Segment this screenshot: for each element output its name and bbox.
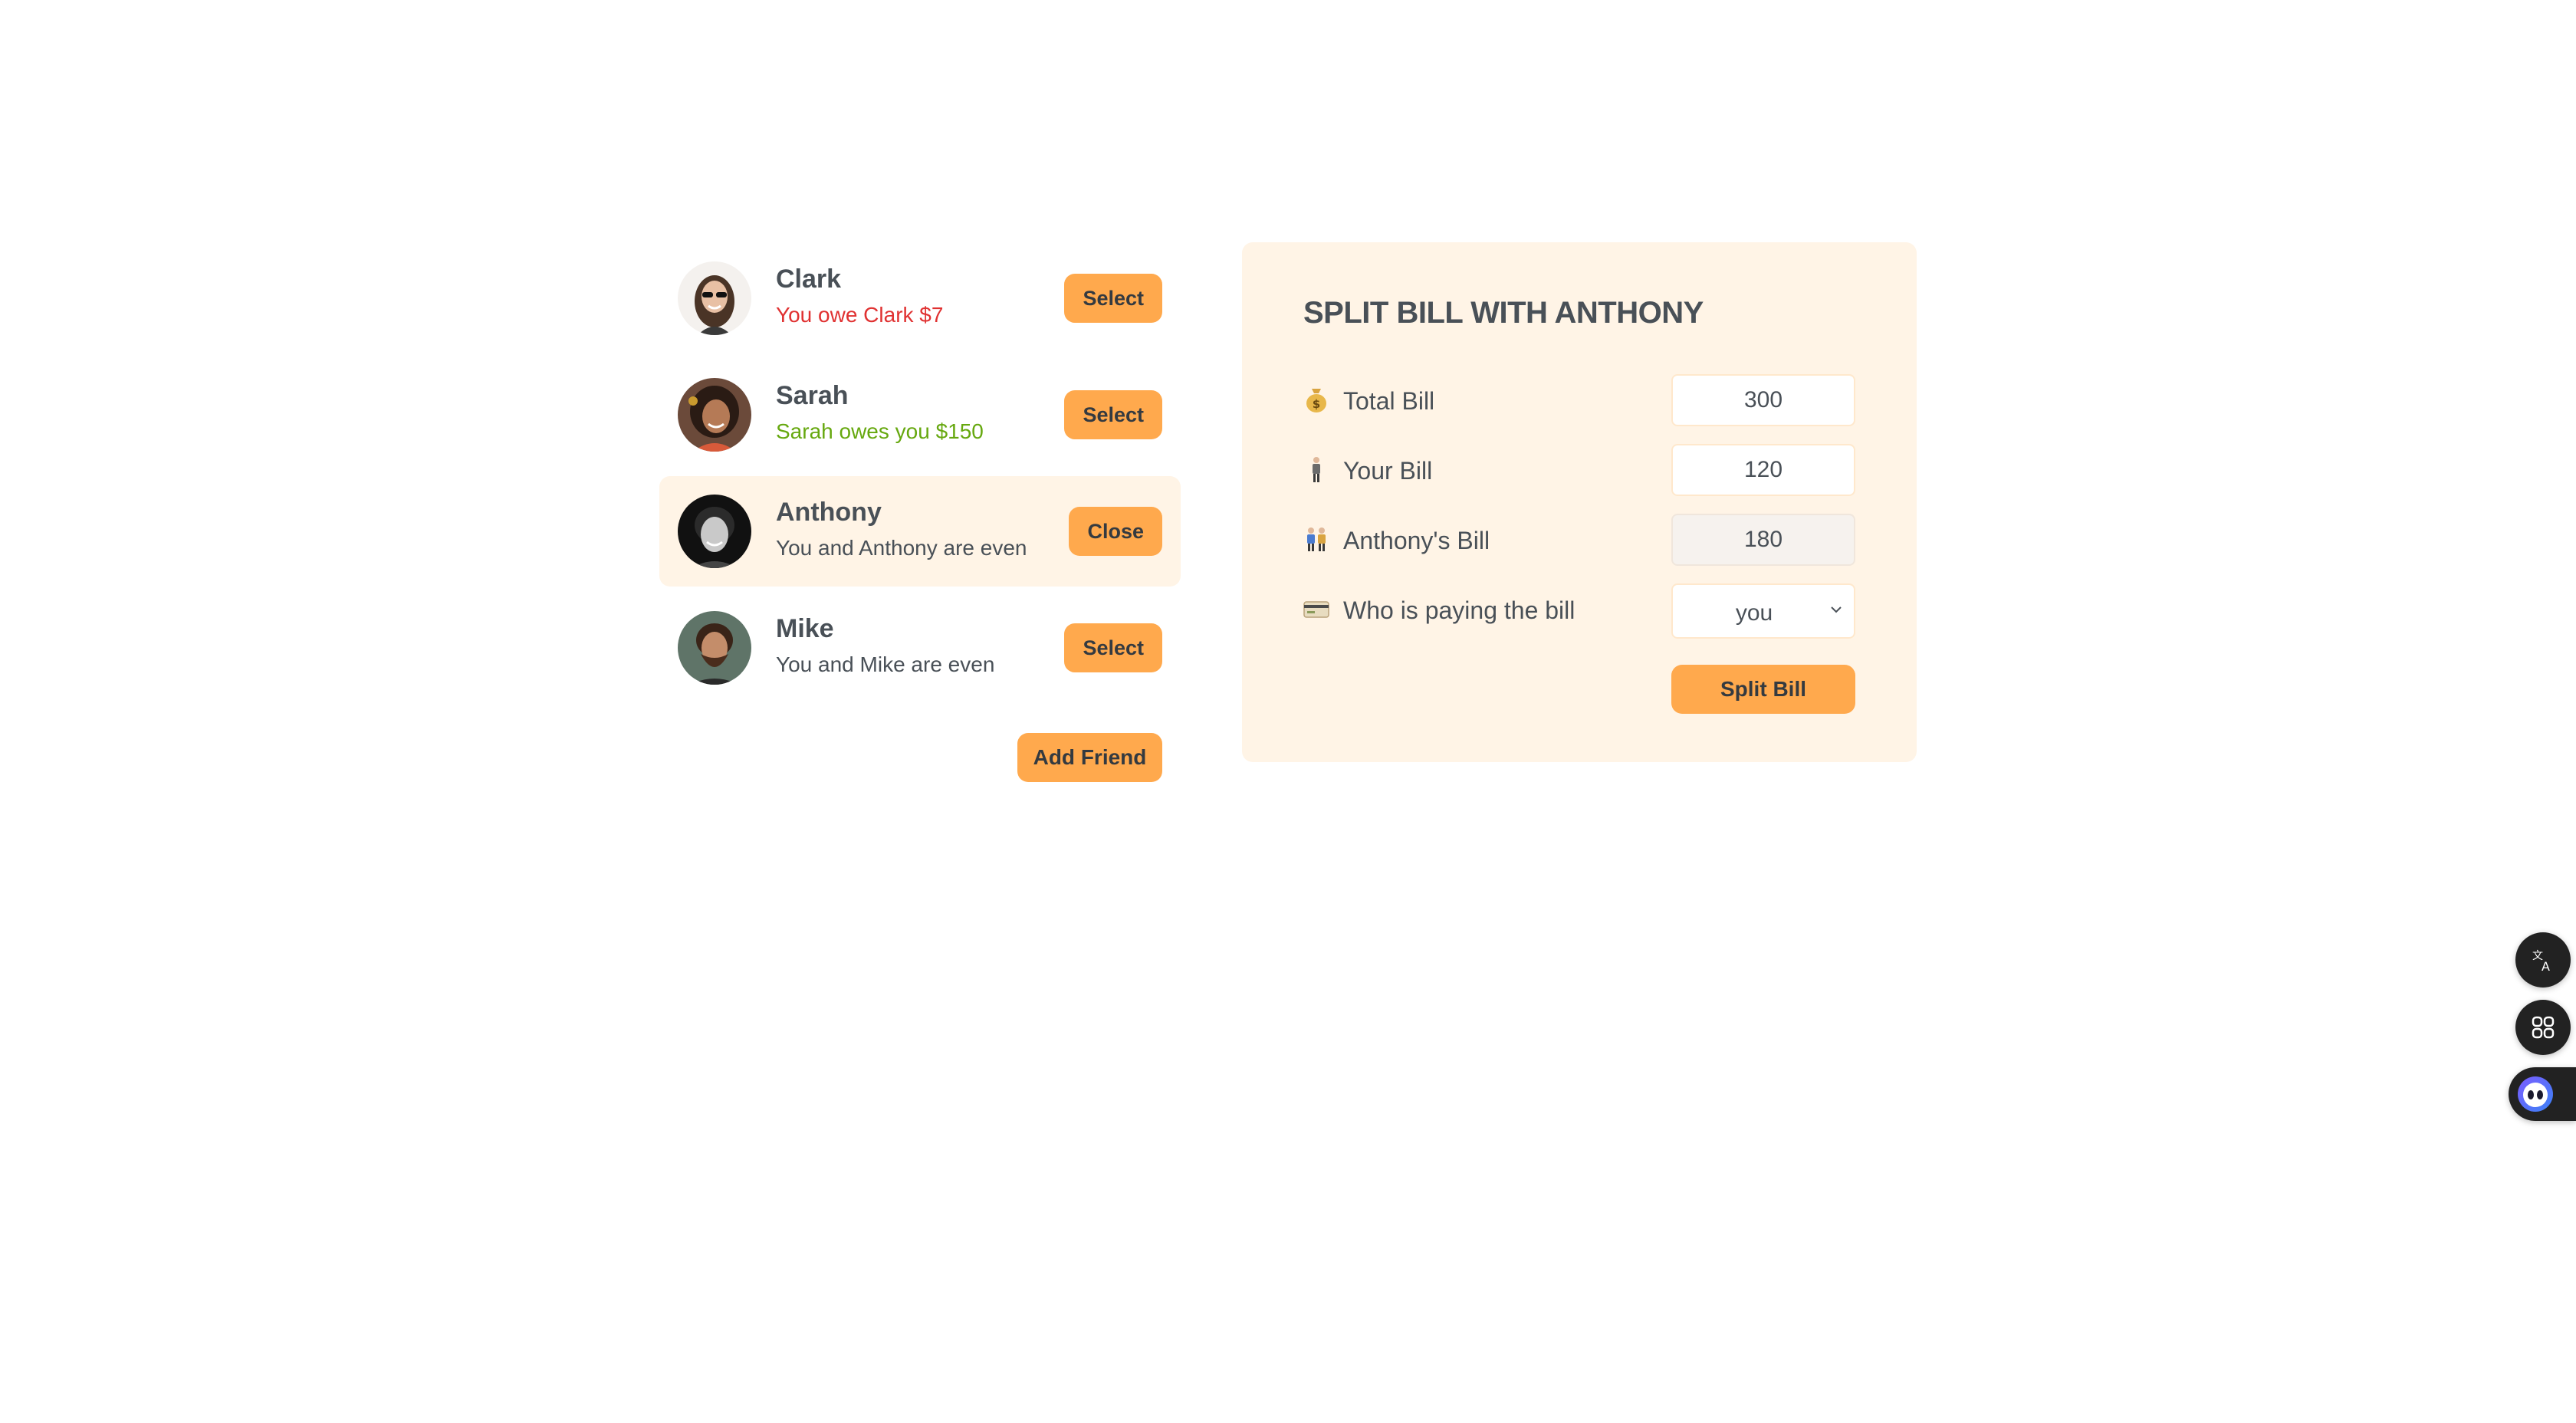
your-bill-label: Your Bill — [1343, 457, 1433, 485]
translate-icon: 文 A — [2532, 950, 2550, 974]
apps-button[interactable] — [2515, 1000, 2571, 1055]
grid-apps-icon — [2532, 1016, 2555, 1039]
friends-list: Clark You owe Clark $7 Select Sarah Sara… — [659, 243, 1181, 709]
add-friend-button[interactable]: Add Friend — [1017, 733, 1162, 782]
two-people-icon — [1307, 527, 1326, 551]
friend-balance: You and Anthony are even — [776, 536, 1027, 560]
friend-bill-label: Anthony's Bill — [1343, 527, 1490, 554]
avatar — [678, 261, 751, 335]
friend-balance: You owe Clark $7 — [776, 303, 944, 327]
translate-button[interactable]: 文 A — [2515, 932, 2571, 988]
friend-item-mike: Mike You and Mike are even Select — [659, 593, 1181, 703]
split-bill-form: SPLIT BILL WITH ANTHONY $ Total Bill You… — [1242, 242, 1917, 762]
payer-selected-value: you — [1735, 600, 1773, 626]
svg-text:A: A — [2542, 959, 2550, 974]
friend-item-clark: Clark You owe Clark $7 Select — [659, 243, 1181, 353]
credit-card-icon — [1303, 601, 1329, 618]
friend-name: Mike — [776, 614, 834, 643]
money-bag-icon: $ — [1306, 389, 1326, 412]
form-title: SPLIT BILL WITH ANTHONY — [1303, 296, 1704, 330]
svg-text:$: $ — [1313, 397, 1320, 411]
payer-label: Who is paying the bill — [1343, 596, 1576, 624]
your-bill-row: Your Bill — [1303, 444, 1855, 496]
payer-row: Who is paying the bill you — [1303, 583, 1855, 639]
friend-balance: You and Mike are even — [776, 652, 995, 676]
assistant-face-icon — [2518, 1076, 2553, 1112]
close-button[interactable]: Close — [1069, 507, 1162, 556]
person-standing-icon — [1313, 457, 1320, 482]
select-button[interactable]: Select — [1064, 390, 1162, 439]
friend-bill-input — [1671, 514, 1855, 566]
select-button[interactable]: Select — [1064, 274, 1162, 323]
payer-select[interactable]: you — [1671, 583, 1855, 639]
avatar — [678, 611, 751, 685]
assistant-button[interactable] — [2509, 1067, 2576, 1121]
friend-name: Clark — [776, 265, 842, 294]
avatar — [678, 495, 751, 568]
friend-bill-row: Anthony's Bill — [1303, 514, 1855, 566]
avatar — [678, 378, 751, 452]
friend-balance: Sarah owes you $150 — [776, 419, 984, 443]
chevron-down-icon — [1831, 606, 1842, 613]
your-bill-input[interactable] — [1671, 444, 1855, 496]
split-bill-button[interactable]: Split Bill — [1671, 665, 1855, 714]
select-button[interactable]: Select — [1064, 623, 1162, 672]
friend-name: Anthony — [776, 498, 882, 527]
total-bill-row: $ Total Bill — [1303, 374, 1855, 426]
friend-item-anthony: Anthony You and Anthony are even Close — [659, 476, 1181, 587]
friend-item-sarah: Sarah Sarah owes you $150 Select — [659, 360, 1181, 470]
total-bill-input[interactable] — [1671, 374, 1855, 426]
friend-name: Sarah — [776, 381, 849, 410]
total-bill-label: Total Bill — [1343, 387, 1435, 415]
